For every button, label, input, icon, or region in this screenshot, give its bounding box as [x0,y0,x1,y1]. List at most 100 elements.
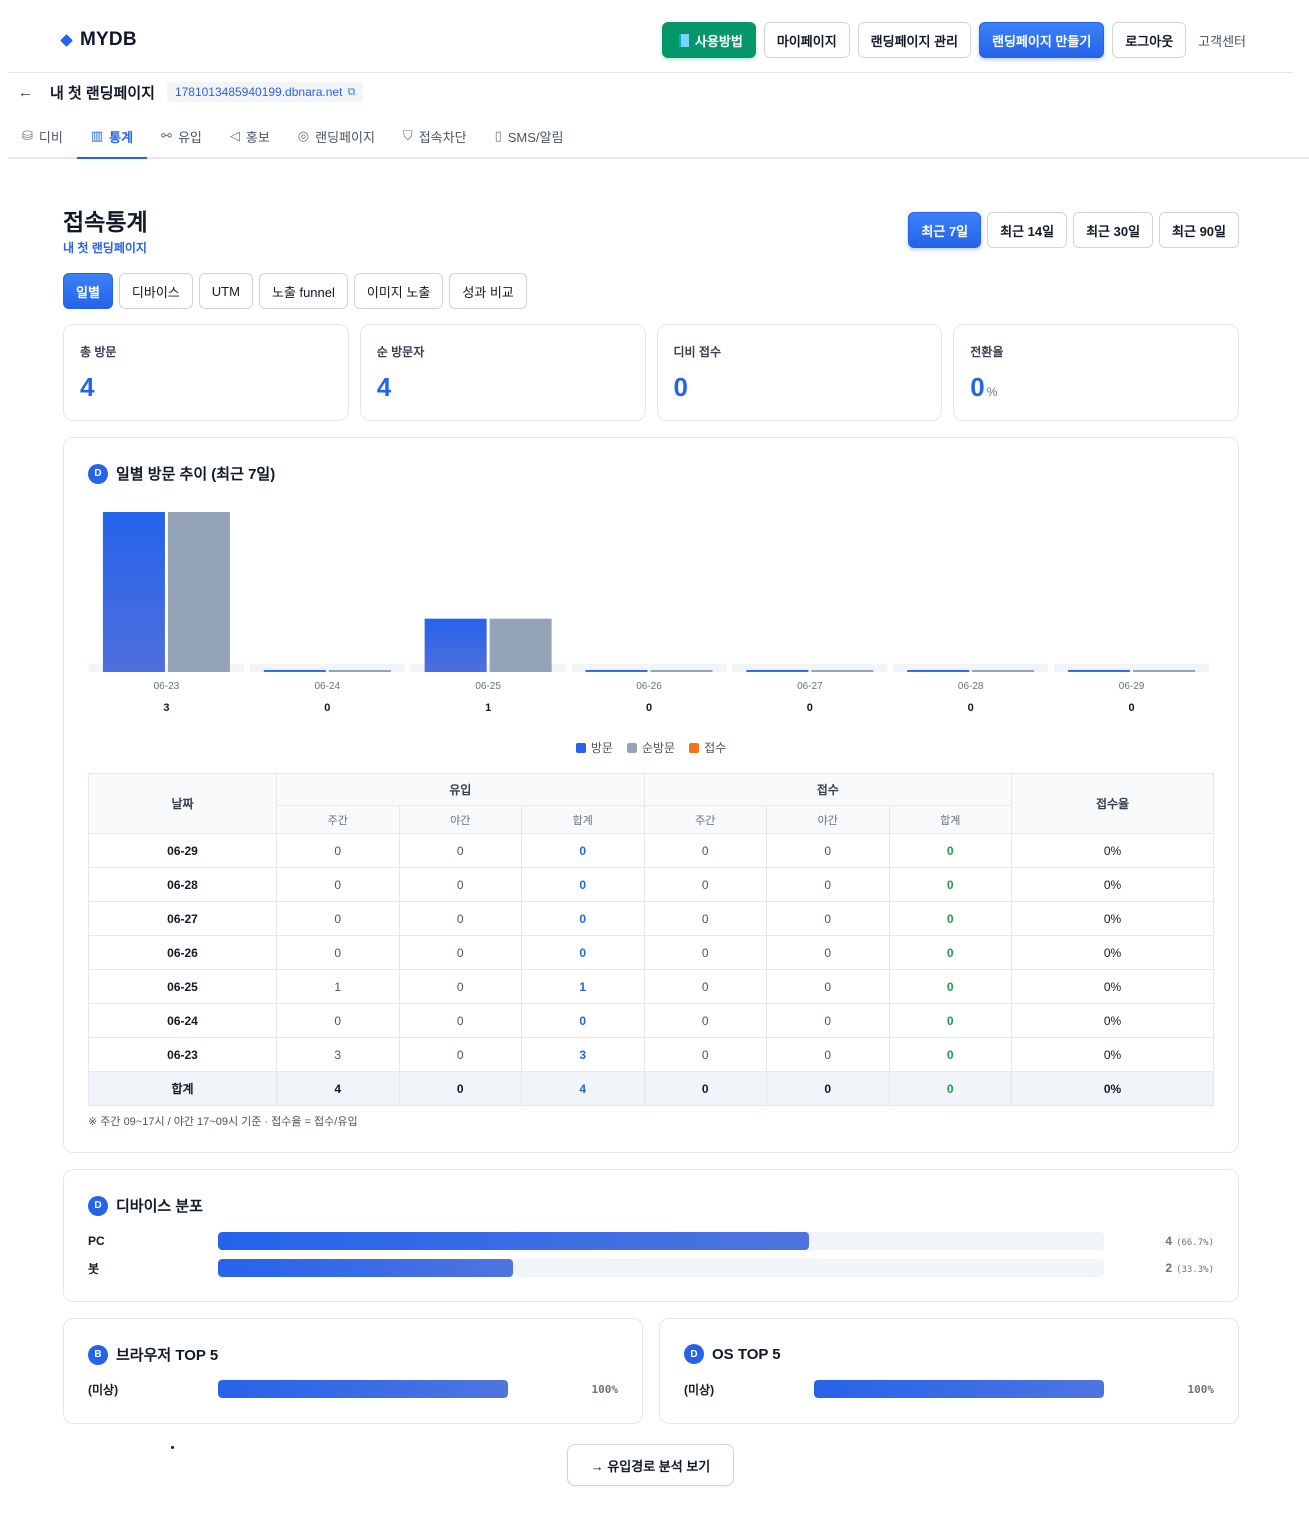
subtab-compare[interactable]: 성과 비교 [449,273,527,309]
bar-unique-visits [811,670,874,672]
card-title-text: 브라우저 TOP 5 [116,1347,219,1364]
database-icon: ⛁ [22,128,33,143]
guide-label: 사용방법 [695,33,743,49]
device-count: 4 (66.7%) [1104,1234,1214,1248]
bar-unique-visits [167,512,230,672]
cell-in-night: 0 [398,1003,522,1038]
cell-rc-day: 0 [643,1037,767,1072]
kpi-number: 0 [970,372,985,402]
subtab-utm[interactable]: UTM [198,273,253,309]
cell-rc-day: 0 [643,935,767,970]
device-label: PC [88,1234,105,1248]
cell-date: 06-25 [88,969,277,1004]
bar-visits [746,670,809,672]
cell-in-day: 0 [276,1003,400,1038]
cell-rc-night: 0 [766,969,890,1004]
legend-label: 방문 [590,741,613,755]
book-icon [679,33,690,47]
device-percent: (66.7%) [1176,1238,1214,1248]
device-row: PC 4 (66.7%) [88,1231,1214,1251]
legend-label: 접수 [704,741,727,755]
back-arrow-icon[interactable]: ← [18,84,34,101]
card-badge: B [88,1344,108,1365]
cell-rate: 0% [1011,1037,1214,1072]
table-row: 06-27 0 0 0 0 0 0 0% [88,901,1214,936]
browser-percent: 100% [591,1382,619,1396]
browser-top5-card: B 브라우저 TOP 5 (미상) 100% [63,1318,643,1424]
x-tick-label: 06-24 [314,681,340,692]
range-14d-button[interactable]: 최근 14일 [987,212,1068,248]
cell-in-night: 0 [398,901,522,936]
bar-unique-visits [328,670,391,672]
kpi-value: 0% [970,372,1222,403]
cell-rc-night: 0 [766,901,890,936]
cell-rate: 0% [1011,935,1214,970]
subtab-daily[interactable]: 일별 [63,273,113,309]
tab-label: 랜딩페이지 [315,129,375,145]
tab-promo[interactable]: ◁ 홍보 [216,115,284,157]
bar-visits [585,670,648,672]
table-row: 06-24 0 0 0 0 0 0 0% [88,1003,1214,1038]
range-90d-button[interactable]: 최근 90일 [1159,212,1239,248]
cell-rc-sum: 0 [888,833,1012,868]
cell-rc-sum: 0 [888,1037,1012,1072]
manage-landing-button[interactable]: 랜딩페이지 관리 [857,22,972,58]
range-30d-button[interactable]: 최근 30일 [1073,212,1154,248]
logout-button[interactable]: 로그아웃 [1112,22,1187,58]
card-title: B 브라우저 TOP 5 [88,1344,218,1365]
device-count: 2 (33.3%) [1104,1261,1214,1275]
range-7d-button[interactable]: 최근 7일 [908,212,982,248]
card-badge: D [684,1344,704,1364]
cell-rate: 0% [1011,1071,1214,1106]
cell-in-day: 0 [276,867,400,902]
tab-block[interactable]: ⛉ 접속차단 [389,115,481,157]
flow-icon: ⚯ [161,128,172,143]
kpi-total-visits: 총 방문 4 [63,324,349,421]
device-bar-fill [218,1232,809,1250]
tab-label: SMS/알림 [507,129,564,145]
cell-in-sum: 0 [521,833,645,868]
device-count-value: 2 [1165,1261,1173,1275]
kpi-number: 4 [376,372,392,402]
cell-rate: 0% [1011,867,1214,902]
device-percent: (33.3%) [1176,1265,1214,1275]
cell-date: 06-26 [88,935,277,970]
page-subtitle: 내 첫 랜딩페이지 [63,241,147,255]
kpi-row: 총 방문 4 순 방문자 4 디비 접수 0 전환율 0% [63,324,1239,421]
tab-inflow[interactable]: ⚯ 유입 [147,115,216,157]
guide-button[interactable]: 사용방법 [662,22,756,58]
cell-in-sum: 1 [521,969,645,1004]
browser-row: (미상) 100% [88,1379,618,1399]
device-bar-track [218,1232,1104,1250]
tab-label: 디비 [38,129,63,145]
domain-link[interactable]: 1781013485940199.dbnara.net ⧉ [166,82,364,102]
cell-in-day: 0 [276,935,400,970]
create-landing-button[interactable]: 랜딩페이지 만들기 [979,22,1105,58]
shield-icon: ⛉ [402,128,413,143]
inflow-analysis-button[interactable]: → 유입경로 분석 보기 [567,1444,734,1486]
external-link-icon: ⧉ [347,85,356,98]
cell-in-sum: 0 [521,1003,645,1038]
bar-visits [263,670,326,672]
cell-rc-sum: 0 [888,969,1012,1004]
tab-landing[interactable]: ◎ 랜딩페이지 [284,115,389,157]
tab-stats[interactable]: ▥ 통계 [76,115,148,159]
tab-db[interactable]: ⛁ 디비 [8,115,77,157]
cell-in-night: 0 [398,867,522,902]
mypage-button[interactable]: 마이페이지 [763,22,850,58]
os-bar-track [814,1380,1104,1398]
subtab-device[interactable]: 디바이스 [118,273,193,309]
kpi-label: 디비 접수 [673,345,722,359]
logo-text: MYDB [80,29,137,50]
support-link[interactable]: 고객센터 [1194,31,1246,50]
subtab-funnel[interactable]: 노출 funnel [258,273,348,309]
cell-rc-day: 0 [643,969,767,1004]
tab-sms[interactable]: ▯ SMS/알림 [481,115,578,157]
bar-chart-icon: ▥ [90,128,104,143]
device-bar-fill [218,1259,514,1277]
cell-rc-sum: 0 [888,901,1012,936]
col-inflow-night: 야간 [398,805,522,834]
top-header: MYDB 사용방법 마이페이지 랜딩페이지 관리 랜딩페이지 만들기 로그아웃 … [8,0,1293,73]
logo[interactable]: MYDB [60,29,137,51]
subtab-image[interactable]: 이미지 노출 [353,273,444,309]
